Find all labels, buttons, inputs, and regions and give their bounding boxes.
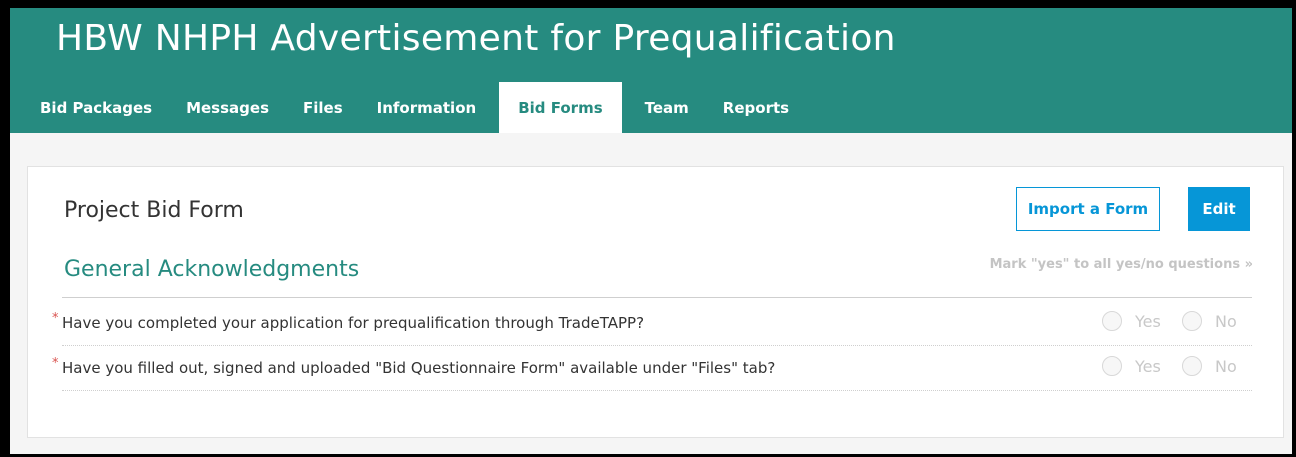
radio-yes[interactable] — [1102, 356, 1122, 376]
question-1-no-option[interactable]: No — [1182, 311, 1237, 331]
project-title: HBW NHPH Advertisement for Prequalificat… — [56, 18, 896, 59]
tab-team[interactable]: Team — [628, 82, 706, 133]
question-1-yes-option[interactable]: Yes — [1102, 311, 1161, 331]
question-text: Have you completed your application for … — [62, 314, 645, 332]
yes-label: Yes — [1135, 311, 1161, 331]
question-row: * Have you completed your application fo… — [52, 309, 1252, 346]
radio-yes[interactable] — [1102, 311, 1122, 331]
question-2-yes-option[interactable]: Yes — [1102, 356, 1161, 376]
tab-information[interactable]: Information — [360, 82, 494, 133]
tab-bid-packages[interactable]: Bid Packages — [10, 82, 169, 133]
radio-no[interactable] — [1182, 356, 1202, 376]
form-title: Project Bid Form — [64, 198, 244, 223]
question-2-no-option[interactable]: No — [1182, 356, 1237, 376]
question-row: * Have you filled out, signed and upload… — [52, 354, 1252, 391]
required-marker: * — [52, 311, 59, 326]
project-header: HBW NHPH Advertisement for Prequalificat… — [10, 8, 1292, 133]
import-form-button[interactable]: Import a Form — [1016, 187, 1160, 231]
radio-no[interactable] — [1182, 311, 1202, 331]
edit-button[interactable]: Edit — [1188, 187, 1250, 231]
bid-form-card: Project Bid Form Import a Form Edit Gene… — [27, 166, 1284, 438]
section-divider — [62, 297, 1252, 298]
mark-all-yes-link[interactable]: Mark "yes" to all yes/no questions » — [990, 257, 1253, 272]
required-marker: * — [52, 356, 59, 371]
tab-messages[interactable]: Messages — [169, 82, 286, 133]
question-text: Have you filled out, signed and uploaded… — [62, 359, 776, 377]
tab-files[interactable]: Files — [286, 82, 360, 133]
tab-bar: Bid Packages Messages Files Information … — [10, 82, 806, 133]
section-title: General Acknowledgments — [64, 257, 360, 282]
yes-label: Yes — [1135, 356, 1161, 376]
no-label: No — [1215, 311, 1237, 331]
tab-reports[interactable]: Reports — [706, 82, 806, 133]
tab-bid-forms[interactable]: Bid Forms — [499, 82, 622, 133]
no-label: No — [1215, 356, 1237, 376]
